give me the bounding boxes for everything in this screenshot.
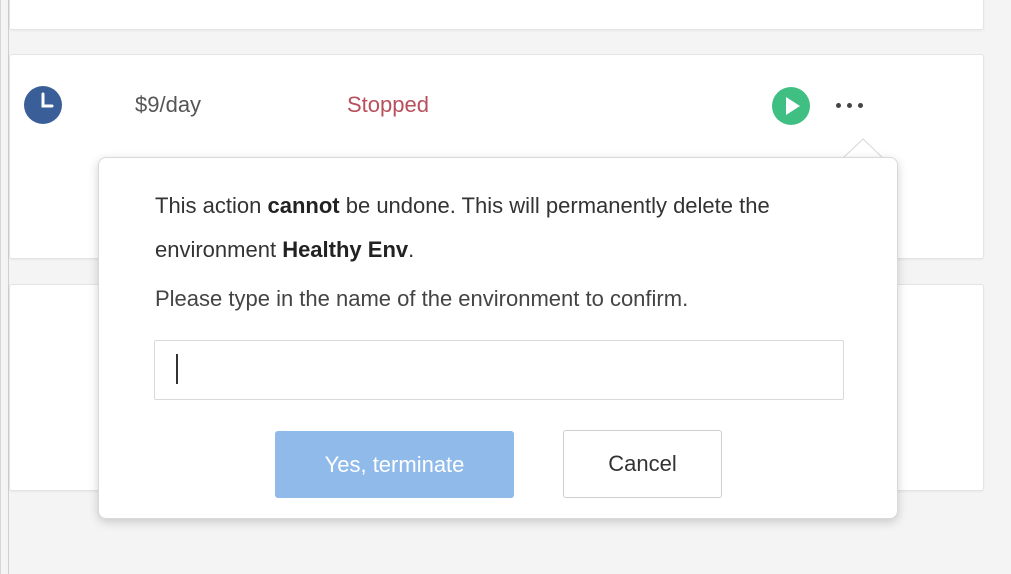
cost-per-day: $9/day [135,92,202,117]
message-emphasis: cannot [267,193,340,218]
environment-name: Healthy Env [282,237,409,262]
play-icon[interactable] [771,86,811,126]
confirm-prompt: Please type in the name of the environme… [155,286,689,311]
environment-name-input[interactable] [154,340,844,400]
message-text: This action [155,193,268,218]
terminate-button[interactable]: Yes, terminate [275,431,514,498]
clock-icon [24,86,62,124]
cancel-button[interactable]: Cancel [563,430,722,498]
popover-arrow [843,138,883,158]
delete-confirmation-dialog: This action cannot be undone. This will … [98,157,898,519]
dialog-message: This action cannot be undone. This will … [155,184,855,272]
text-cursor [176,354,178,384]
message-text: . [408,237,415,262]
more-icon[interactable] [830,90,870,120]
environment-card [9,0,984,30]
status-badge: Stopped [347,92,429,117]
